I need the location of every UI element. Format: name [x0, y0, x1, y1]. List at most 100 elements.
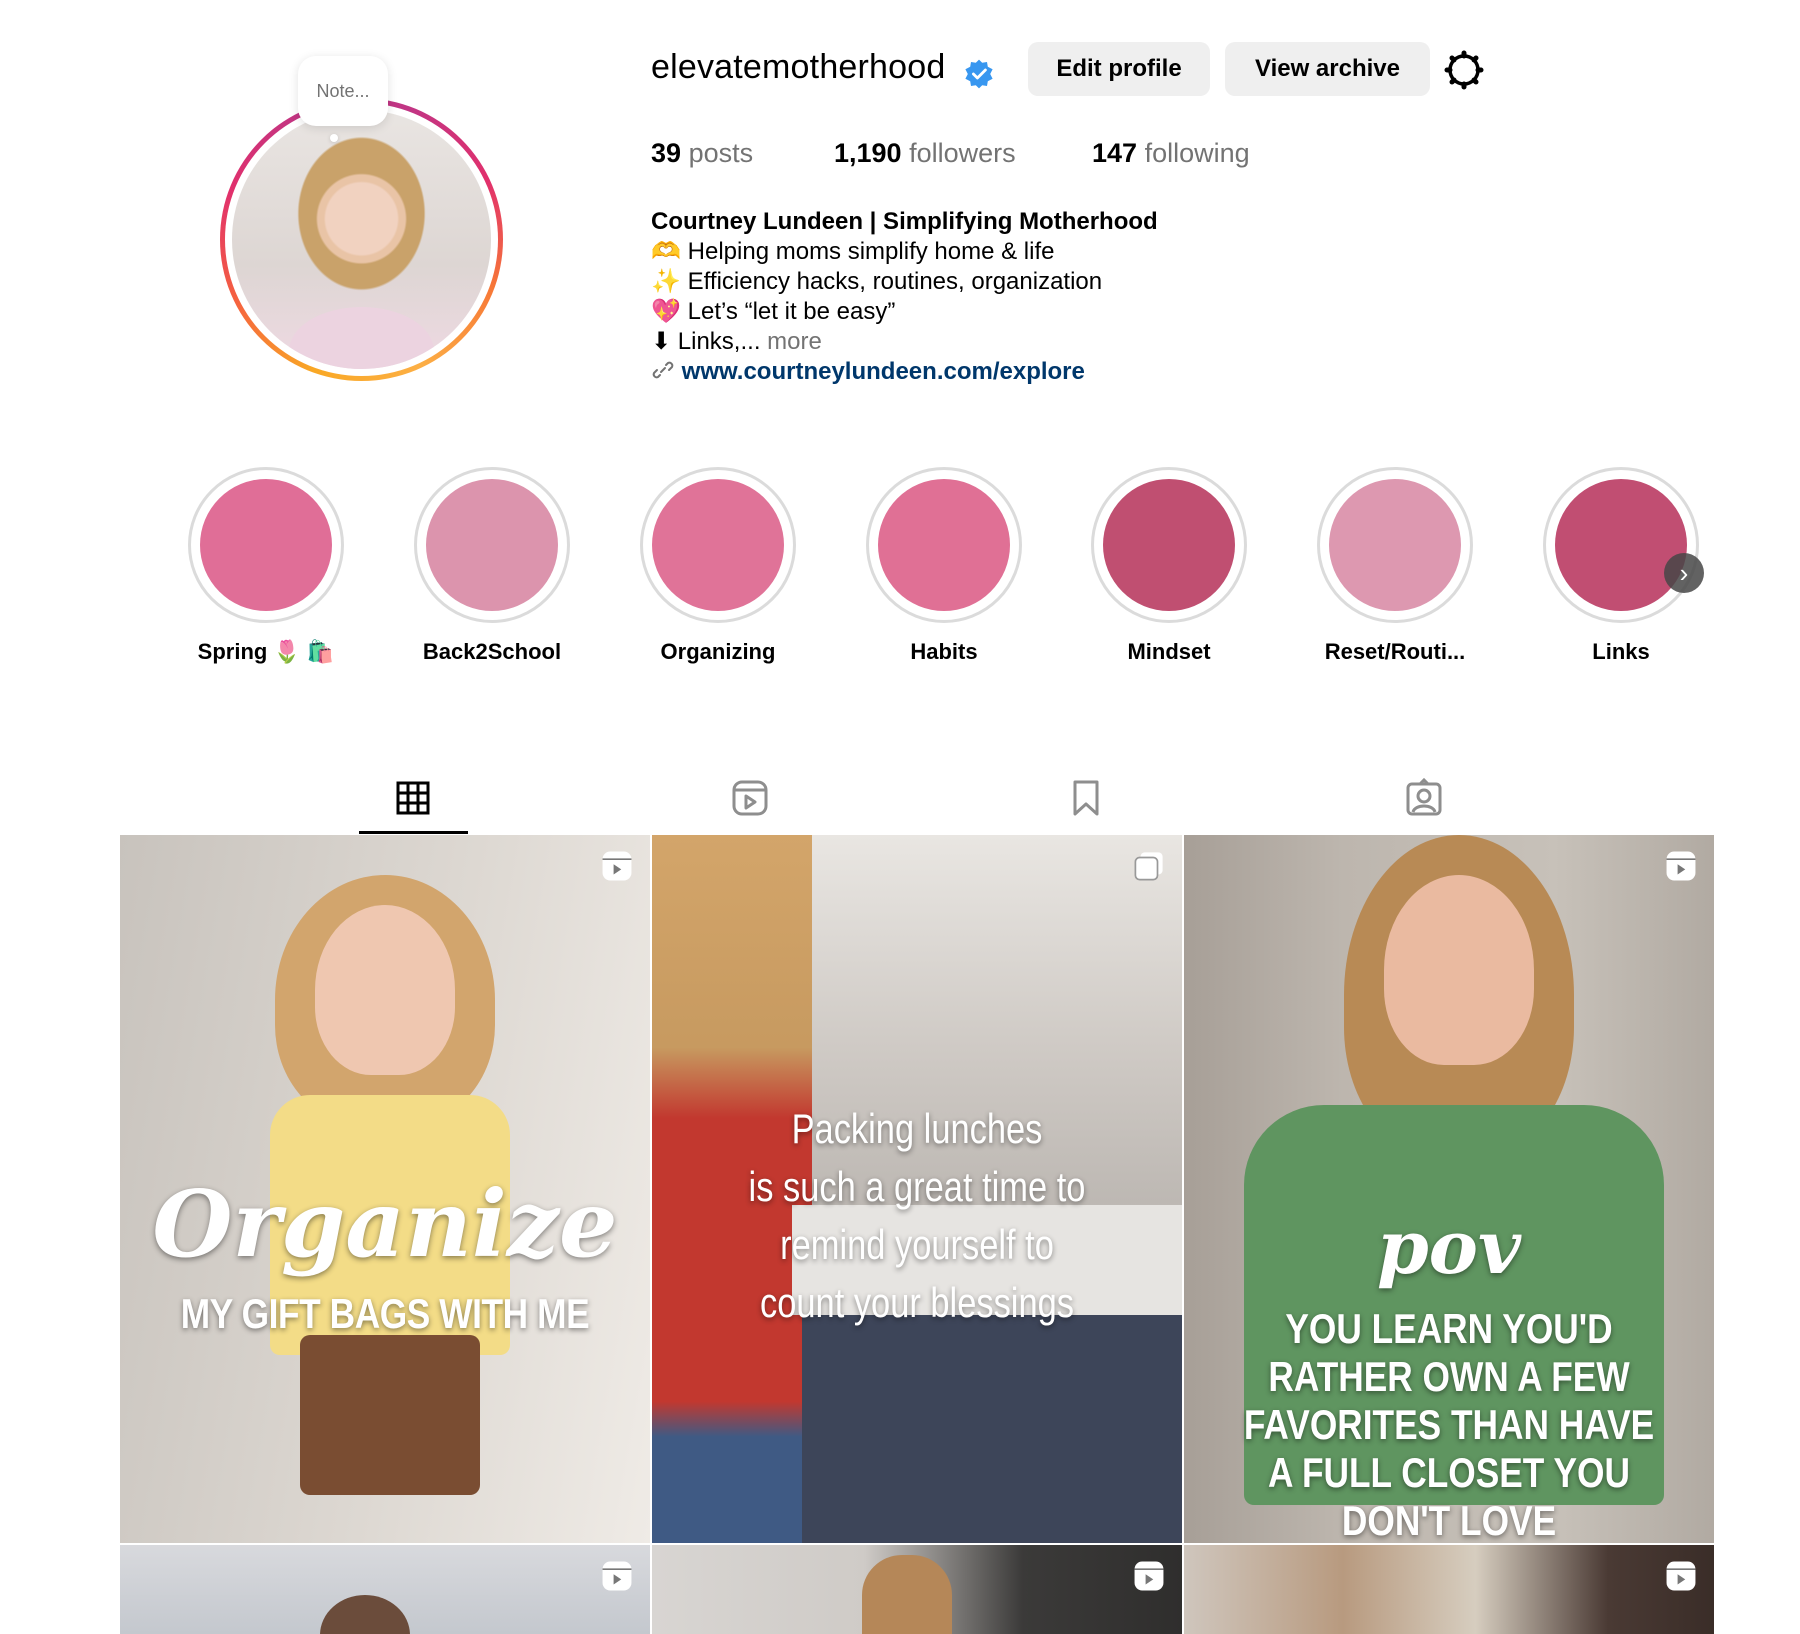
tagged-icon[interactable] [1404, 778, 1444, 818]
post-2-caption-line-4: count your blessings [760, 1279, 1074, 1326]
post-tile-3[interactable]: pov YOU LEARN YOU'D RATHER OWN A FEW FAV… [1184, 835, 1714, 1543]
post-1-face [315, 905, 455, 1075]
avatar-shirt [288, 306, 434, 369]
posts-grid-icon[interactable] [393, 778, 433, 818]
post-2-caption-line-1: Packing lunches [791, 1105, 1043, 1152]
post-3-caption-line-2: RATHER OWN A FEW [1268, 1353, 1630, 1400]
post-2-caption-line-3: remind yourself to [780, 1221, 1054, 1268]
highlight-5[interactable]: Mindset [1089, 467, 1249, 665]
note-placeholder: Note... [316, 80, 370, 101]
post-2-caption: Packing lunches is such a great time to … [700, 1100, 1135, 1332]
highlights-next-chevron-icon[interactable]: › [1664, 553, 1704, 593]
edit-profile-label: Edit profile [1056, 55, 1182, 82]
bio-line-1-text: Helping moms simplify home & life [687, 238, 1055, 265]
profile-avatar-ring[interactable] [220, 98, 503, 381]
highlight-6[interactable]: Reset/Routi... [1315, 467, 1475, 665]
link-icon [652, 361, 674, 379]
post-1-script-text: Organize [152, 1170, 618, 1278]
verified-badge-icon [965, 59, 993, 89]
post-2-cabinets [802, 1305, 1182, 1543]
reel-badge-icon [1134, 1561, 1164, 1591]
post-3-caption-line-4: A FULL CLOSET YOU [1268, 1449, 1630, 1496]
sparkling-heart-icon: 💖 [651, 298, 681, 325]
highlight-cover [1555, 479, 1687, 611]
highlight-label: Spring 🌷 🛍️ [197, 639, 335, 664]
highlight-label: Habits [910, 639, 978, 664]
display-name: Courtney Lundeen | Simplifying Motherhoo… [651, 208, 1158, 235]
reel-badge-icon [602, 1561, 632, 1591]
highlight-ring[interactable] [1317, 467, 1473, 623]
bio-line-1: 🫶 Helping moms simplify home & life [651, 237, 1158, 267]
highlight-3[interactable]: Organizing [638, 467, 798, 665]
post-3-caption-line-1: YOU LEARN YOU'D [1285, 1305, 1613, 1352]
saved-icon[interactable] [1066, 778, 1106, 818]
highlight-ring[interactable] [188, 467, 344, 623]
post-tile-4[interactable] [120, 1545, 650, 1634]
highlight-cover [878, 479, 1010, 611]
post-tile-1[interactable]: Organize MY GIFT BAGS WITH ME [120, 835, 650, 1543]
highlight-ring[interactable] [1543, 467, 1699, 623]
post-3-script-text: pov [1376, 1205, 1522, 1291]
highlight-label: Back2School [422, 639, 562, 664]
note-bubble-tail [330, 134, 338, 142]
following-count: 147 [1092, 138, 1138, 168]
posts-stat: 39 posts [651, 138, 753, 169]
reel-badge-icon [602, 851, 632, 881]
bio-more-button[interactable]: more [767, 328, 822, 355]
bio-line-3: 💖 Let’s “let it be easy” [651, 297, 1158, 327]
highlight-1[interactable]: Spring 🌷 🛍️ [186, 467, 346, 665]
following-stat[interactable]: 147 following [1092, 138, 1250, 169]
view-archive-button[interactable]: View archive [1225, 42, 1430, 96]
highlight-cover [426, 479, 558, 611]
bio-link-row[interactable]: www.courtneylundeen.com/explore [651, 357, 1158, 387]
carousel-badge-icon [1134, 852, 1163, 881]
followers-stat[interactable]: 1,190 followers [834, 138, 1016, 169]
highlight-4[interactable]: Habits [864, 467, 1024, 665]
post-tile-2[interactable]: Packing lunches is such a great time to … [652, 835, 1182, 1543]
posts-label: posts [688, 138, 754, 168]
highlight-2[interactable]: Back2School [412, 467, 572, 665]
post-4-person [320, 1595, 410, 1634]
bio-line-4-text: Links,... [677, 328, 761, 355]
post-3-caption-line-3: FAVORITES THAN HAVE [1243, 1401, 1655, 1448]
reel-badge-icon [1666, 1561, 1696, 1591]
post-3-caption-line-5: DON'T LOVE [1341, 1497, 1557, 1543]
post-tile-5[interactable] [652, 1545, 1182, 1634]
bio-line-2: ✨ Efficiency hacks, routines, organizati… [651, 267, 1158, 297]
post-2-caption-line-2: is such a great time to [748, 1163, 1086, 1210]
post-3-face [1384, 875, 1534, 1065]
reels-icon[interactable] [730, 778, 770, 818]
post-1-skirt [300, 1335, 480, 1495]
active-tab-indicator [359, 831, 468, 834]
post-5-spatula [862, 1555, 952, 1634]
highlight-ring[interactable] [866, 467, 1022, 623]
bio-line-2-text: Efficiency hacks, routines, organization [687, 268, 1103, 295]
highlight-label: Mindset [1127, 639, 1211, 664]
post-1-caption: MY GIFT BAGS WITH ME [180, 1290, 590, 1337]
note-bubble[interactable]: Note... [298, 56, 388, 126]
sparkles-icon: ✨ [651, 268, 681, 295]
profile-bio: Courtney Lundeen | Simplifying Motherhoo… [651, 207, 1158, 387]
following-label: following [1144, 138, 1250, 168]
edit-profile-button[interactable]: Edit profile [1028, 42, 1210, 96]
heart-hands-icon: 🫶 [651, 238, 681, 265]
highlight-ring[interactable] [640, 467, 796, 623]
settings-gear-icon[interactable] [1444, 50, 1484, 90]
followers-count: 1,190 [834, 138, 902, 168]
highlight-label: Links [1592, 639, 1650, 664]
post-tile-6[interactable] [1184, 1545, 1714, 1634]
post-3-caption: YOU LEARN YOU'D RATHER OWN A FEW FAVORIT… [1226, 1305, 1671, 1543]
highlight-cover [652, 479, 784, 611]
bio-link[interactable]: www.courtneylundeen.com/explore [682, 358, 1085, 385]
highlight-cover [1103, 479, 1235, 611]
highlight-ring[interactable] [414, 467, 570, 623]
down-arrow-icon: ⬇ [651, 328, 672, 355]
highlight-label: Reset/Routi... [1324, 639, 1466, 664]
avatar[interactable] [232, 110, 491, 369]
posts-count: 39 [651, 138, 682, 168]
view-archive-label: View archive [1255, 55, 1400, 82]
username: elevatemotherhood [651, 48, 946, 86]
highlight-label: Organizing [660, 639, 776, 664]
highlight-cover [200, 479, 332, 611]
highlight-ring[interactable] [1091, 467, 1247, 623]
